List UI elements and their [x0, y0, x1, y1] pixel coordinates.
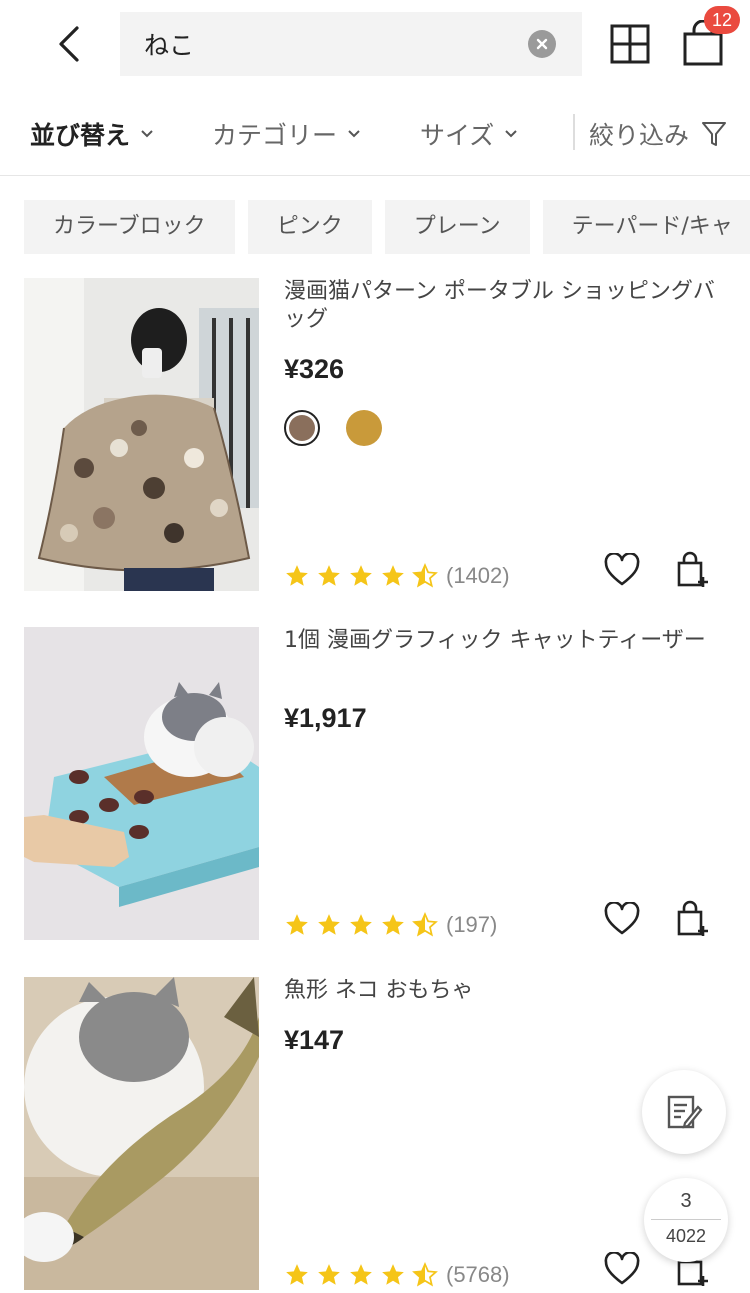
- grid-icon: [610, 24, 650, 64]
- filter-divider: [573, 114, 575, 150]
- product-price: ¥1,917: [284, 703, 367, 733]
- filter-icon: [702, 122, 727, 146]
- heart-icon[interactable]: [604, 553, 640, 587]
- chevron-left-icon: [59, 26, 79, 62]
- product-title[interactable]: 漫画猫パターン ポータブル ショッピングバッグ: [284, 278, 724, 334]
- star-full-icon: [382, 914, 404, 935]
- grid-view-button[interactable]: [610, 24, 650, 64]
- product-card[interactable]: 魚形 ネコ おもちゃ ¥147 (5768): [24, 977, 750, 1290]
- star-half-icon: [412, 563, 438, 588]
- star-full-icon: [286, 1264, 308, 1285]
- review-count: (197): [446, 912, 498, 937]
- heart-icon[interactable]: [604, 1252, 640, 1286]
- cart-count-badge: 12: [704, 6, 740, 34]
- product-image[interactable]: [24, 977, 259, 1290]
- star-full-icon: [286, 565, 308, 586]
- clear-search-button[interactable]: [528, 30, 556, 58]
- refine-button[interactable]: 絞り込み: [589, 114, 727, 154]
- star-full-icon: [350, 1264, 372, 1285]
- chevron-down-icon: [348, 130, 360, 138]
- back-button[interactable]: [48, 22, 88, 66]
- review-count: (1402): [446, 563, 510, 588]
- star-half-icon: [412, 912, 438, 937]
- heart-icon[interactable]: [604, 902, 640, 936]
- product-card[interactable]: 1個 漫画グラフィック キャットティーザー ¥1,917 (197): [24, 627, 750, 940]
- product-card[interactable]: 漫画猫パターン ポータブル ショッピングバッグ ¥326 (1402): [24, 278, 750, 591]
- product-info: 漫画猫パターン ポータブル ショッピングバッグ ¥326 (1402): [284, 278, 724, 591]
- star-full-icon: [286, 914, 308, 935]
- refine-label: 絞り込み: [589, 121, 690, 150]
- sort-dropdown[interactable]: 並び替え: [30, 114, 154, 154]
- product-image[interactable]: [24, 627, 259, 940]
- color-swatch[interactable]: [346, 410, 382, 446]
- sort-label: 並び替え: [30, 121, 131, 150]
- product-image[interactable]: [24, 278, 259, 591]
- color-swatch-selected[interactable]: [284, 410, 320, 446]
- product-info: 1個 漫画グラフィック キャットティーザー ¥1,917 (197): [284, 627, 724, 940]
- feedback-button[interactable]: [642, 1070, 726, 1154]
- close-icon: [536, 38, 548, 50]
- edit-note-icon: [667, 1095, 703, 1129]
- product-price: ¥147: [284, 1025, 345, 1055]
- star-half-icon: [412, 1262, 438, 1287]
- star-full-icon: [318, 565, 340, 586]
- size-label: サイズ: [420, 121, 495, 150]
- product-title[interactable]: 1個 漫画グラフィック キャットティーザー: [284, 627, 724, 655]
- rating-stars: (197): [284, 910, 497, 940]
- size-dropdown[interactable]: サイズ: [420, 114, 518, 154]
- filter-bar: 並び替え カテゴリー サイズ 絞り込み: [0, 96, 750, 176]
- chevron-down-icon: [505, 130, 517, 138]
- page-indicator[interactable]: 3 4022: [644, 1178, 728, 1262]
- search-input[interactable]: ねこ: [120, 12, 582, 76]
- rating-stars: (1402): [284, 561, 510, 591]
- chip-pink[interactable]: ピンク: [247, 200, 372, 254]
- rating-stars: (5768): [284, 1260, 510, 1290]
- top-header: ねこ 12: [0, 0, 750, 90]
- add-to-cart-icon[interactable]: [676, 900, 710, 938]
- review-count: (5768): [446, 1262, 510, 1287]
- star-full-icon: [382, 565, 404, 586]
- star-full-icon: [350, 914, 372, 935]
- star-full-icon: [350, 565, 372, 586]
- category-dropdown[interactable]: カテゴリー: [212, 114, 361, 154]
- category-label: カテゴリー: [212, 121, 338, 150]
- search-query: ねこ: [144, 31, 195, 60]
- chip-color-block[interactable]: カラーブロック: [24, 200, 235, 254]
- chip-plain[interactable]: プレーン: [384, 200, 530, 254]
- add-to-cart-icon[interactable]: [676, 551, 710, 589]
- star-full-icon: [318, 1264, 340, 1285]
- chevron-down-icon: [141, 130, 153, 138]
- page-divider: [651, 1219, 721, 1220]
- total-pages: 4022: [665, 1226, 707, 1246]
- product-price: ¥326: [284, 354, 345, 384]
- color-swatches: [284, 410, 408, 446]
- product-title[interactable]: 魚形 ネコ おもちゃ: [284, 977, 724, 1005]
- star-full-icon: [318, 914, 340, 935]
- current-page: 3: [680, 1190, 692, 1212]
- filter-chips: カラーブロック ピンク プレーン テーパード/キャ: [24, 200, 750, 254]
- star-full-icon: [382, 1264, 404, 1285]
- chip-tapered[interactable]: テーパード/キャ: [542, 200, 750, 254]
